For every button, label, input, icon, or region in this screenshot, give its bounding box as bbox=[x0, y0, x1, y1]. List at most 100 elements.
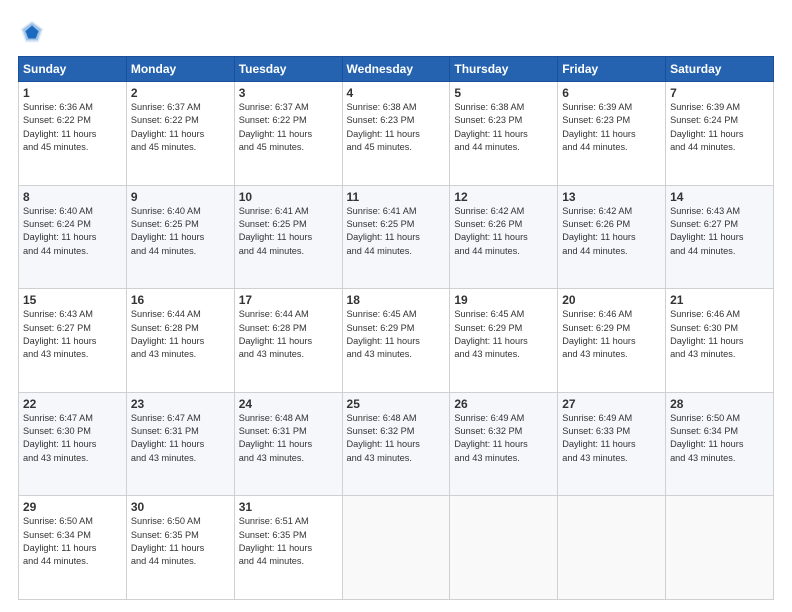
day-number: 25 bbox=[347, 397, 446, 411]
calendar-cell: 17Sunrise: 6:44 AM Sunset: 6:28 PM Dayli… bbox=[234, 289, 342, 393]
day-info: Sunrise: 6:43 AM Sunset: 6:27 PM Dayligh… bbox=[670, 205, 769, 258]
day-number: 21 bbox=[670, 293, 769, 307]
day-number: 16 bbox=[131, 293, 230, 307]
calendar-cell: 30Sunrise: 6:50 AM Sunset: 6:35 PM Dayli… bbox=[126, 496, 234, 600]
calendar-cell: 5Sunrise: 6:38 AM Sunset: 6:23 PM Daylig… bbox=[450, 82, 558, 186]
calendar-cell: 1Sunrise: 6:36 AM Sunset: 6:22 PM Daylig… bbox=[19, 82, 127, 186]
calendar-cell: 13Sunrise: 6:42 AM Sunset: 6:26 PM Dayli… bbox=[558, 185, 666, 289]
day-info: Sunrise: 6:41 AM Sunset: 6:25 PM Dayligh… bbox=[239, 205, 338, 258]
days-of-week-row: SundayMondayTuesdayWednesdayThursdayFrid… bbox=[19, 57, 774, 82]
day-number: 18 bbox=[347, 293, 446, 307]
day-info: Sunrise: 6:47 AM Sunset: 6:30 PM Dayligh… bbox=[23, 412, 122, 465]
day-info: Sunrise: 6:45 AM Sunset: 6:29 PM Dayligh… bbox=[347, 308, 446, 361]
calendar-cell: 11Sunrise: 6:41 AM Sunset: 6:25 PM Dayli… bbox=[342, 185, 450, 289]
day-number: 7 bbox=[670, 86, 769, 100]
calendar-cell: 21Sunrise: 6:46 AM Sunset: 6:30 PM Dayli… bbox=[666, 289, 774, 393]
day-number: 11 bbox=[347, 190, 446, 204]
calendar-cell bbox=[558, 496, 666, 600]
day-number: 19 bbox=[454, 293, 553, 307]
day-info: Sunrise: 6:36 AM Sunset: 6:22 PM Dayligh… bbox=[23, 101, 122, 154]
calendar-cell: 15Sunrise: 6:43 AM Sunset: 6:27 PM Dayli… bbox=[19, 289, 127, 393]
day-number: 6 bbox=[562, 86, 661, 100]
calendar-cell: 22Sunrise: 6:47 AM Sunset: 6:30 PM Dayli… bbox=[19, 392, 127, 496]
header bbox=[18, 18, 774, 46]
day-info: Sunrise: 6:48 AM Sunset: 6:31 PM Dayligh… bbox=[239, 412, 338, 465]
day-header-wednesday: Wednesday bbox=[342, 57, 450, 82]
day-number: 14 bbox=[670, 190, 769, 204]
day-info: Sunrise: 6:37 AM Sunset: 6:22 PM Dayligh… bbox=[131, 101, 230, 154]
day-info: Sunrise: 6:42 AM Sunset: 6:26 PM Dayligh… bbox=[454, 205, 553, 258]
day-number: 23 bbox=[131, 397, 230, 411]
day-number: 13 bbox=[562, 190, 661, 204]
day-info: Sunrise: 6:50 AM Sunset: 6:35 PM Dayligh… bbox=[131, 515, 230, 568]
calendar-cell: 18Sunrise: 6:45 AM Sunset: 6:29 PM Dayli… bbox=[342, 289, 450, 393]
calendar-cell: 3Sunrise: 6:37 AM Sunset: 6:22 PM Daylig… bbox=[234, 82, 342, 186]
day-number: 5 bbox=[454, 86, 553, 100]
calendar-header: SundayMondayTuesdayWednesdayThursdayFrid… bbox=[19, 57, 774, 82]
day-info: Sunrise: 6:45 AM Sunset: 6:29 PM Dayligh… bbox=[454, 308, 553, 361]
calendar-week-5: 29Sunrise: 6:50 AM Sunset: 6:34 PM Dayli… bbox=[19, 496, 774, 600]
day-number: 30 bbox=[131, 500, 230, 514]
day-info: Sunrise: 6:43 AM Sunset: 6:27 PM Dayligh… bbox=[23, 308, 122, 361]
calendar-cell: 9Sunrise: 6:40 AM Sunset: 6:25 PM Daylig… bbox=[126, 185, 234, 289]
day-number: 12 bbox=[454, 190, 553, 204]
day-number: 29 bbox=[23, 500, 122, 514]
day-info: Sunrise: 6:46 AM Sunset: 6:29 PM Dayligh… bbox=[562, 308, 661, 361]
calendar-week-2: 8Sunrise: 6:40 AM Sunset: 6:24 PM Daylig… bbox=[19, 185, 774, 289]
day-number: 22 bbox=[23, 397, 122, 411]
day-info: Sunrise: 6:40 AM Sunset: 6:24 PM Dayligh… bbox=[23, 205, 122, 258]
calendar-cell: 23Sunrise: 6:47 AM Sunset: 6:31 PM Dayli… bbox=[126, 392, 234, 496]
day-info: Sunrise: 6:46 AM Sunset: 6:30 PM Dayligh… bbox=[670, 308, 769, 361]
calendar-cell: 14Sunrise: 6:43 AM Sunset: 6:27 PM Dayli… bbox=[666, 185, 774, 289]
day-number: 2 bbox=[131, 86, 230, 100]
day-header-saturday: Saturday bbox=[666, 57, 774, 82]
calendar-cell: 25Sunrise: 6:48 AM Sunset: 6:32 PM Dayli… bbox=[342, 392, 450, 496]
day-info: Sunrise: 6:40 AM Sunset: 6:25 PM Dayligh… bbox=[131, 205, 230, 258]
day-info: Sunrise: 6:44 AM Sunset: 6:28 PM Dayligh… bbox=[239, 308, 338, 361]
day-number: 8 bbox=[23, 190, 122, 204]
calendar-cell: 16Sunrise: 6:44 AM Sunset: 6:28 PM Dayli… bbox=[126, 289, 234, 393]
calendar-cell: 4Sunrise: 6:38 AM Sunset: 6:23 PM Daylig… bbox=[342, 82, 450, 186]
day-number: 28 bbox=[670, 397, 769, 411]
calendar-cell: 29Sunrise: 6:50 AM Sunset: 6:34 PM Dayli… bbox=[19, 496, 127, 600]
day-number: 4 bbox=[347, 86, 446, 100]
calendar-cell: 6Sunrise: 6:39 AM Sunset: 6:23 PM Daylig… bbox=[558, 82, 666, 186]
day-info: Sunrise: 6:50 AM Sunset: 6:34 PM Dayligh… bbox=[23, 515, 122, 568]
calendar-cell: 12Sunrise: 6:42 AM Sunset: 6:26 PM Dayli… bbox=[450, 185, 558, 289]
logo-icon bbox=[18, 18, 46, 46]
day-number: 27 bbox=[562, 397, 661, 411]
day-number: 24 bbox=[239, 397, 338, 411]
calendar-cell: 28Sunrise: 6:50 AM Sunset: 6:34 PM Dayli… bbox=[666, 392, 774, 496]
calendar-week-4: 22Sunrise: 6:47 AM Sunset: 6:30 PM Dayli… bbox=[19, 392, 774, 496]
day-number: 3 bbox=[239, 86, 338, 100]
day-header-friday: Friday bbox=[558, 57, 666, 82]
day-number: 26 bbox=[454, 397, 553, 411]
day-info: Sunrise: 6:48 AM Sunset: 6:32 PM Dayligh… bbox=[347, 412, 446, 465]
calendar-cell: 7Sunrise: 6:39 AM Sunset: 6:24 PM Daylig… bbox=[666, 82, 774, 186]
day-number: 10 bbox=[239, 190, 338, 204]
calendar-cell: 8Sunrise: 6:40 AM Sunset: 6:24 PM Daylig… bbox=[19, 185, 127, 289]
day-info: Sunrise: 6:47 AM Sunset: 6:31 PM Dayligh… bbox=[131, 412, 230, 465]
day-number: 9 bbox=[131, 190, 230, 204]
day-number: 17 bbox=[239, 293, 338, 307]
day-info: Sunrise: 6:44 AM Sunset: 6:28 PM Dayligh… bbox=[131, 308, 230, 361]
calendar-cell: 10Sunrise: 6:41 AM Sunset: 6:25 PM Dayli… bbox=[234, 185, 342, 289]
day-info: Sunrise: 6:39 AM Sunset: 6:23 PM Dayligh… bbox=[562, 101, 661, 154]
day-header-tuesday: Tuesday bbox=[234, 57, 342, 82]
day-number: 1 bbox=[23, 86, 122, 100]
day-info: Sunrise: 6:41 AM Sunset: 6:25 PM Dayligh… bbox=[347, 205, 446, 258]
calendar-cell: 24Sunrise: 6:48 AM Sunset: 6:31 PM Dayli… bbox=[234, 392, 342, 496]
calendar-cell: 19Sunrise: 6:45 AM Sunset: 6:29 PM Dayli… bbox=[450, 289, 558, 393]
day-number: 31 bbox=[239, 500, 338, 514]
day-number: 20 bbox=[562, 293, 661, 307]
day-info: Sunrise: 6:42 AM Sunset: 6:26 PM Dayligh… bbox=[562, 205, 661, 258]
calendar-cell: 27Sunrise: 6:49 AM Sunset: 6:33 PM Dayli… bbox=[558, 392, 666, 496]
day-info: Sunrise: 6:49 AM Sunset: 6:33 PM Dayligh… bbox=[562, 412, 661, 465]
calendar-week-3: 15Sunrise: 6:43 AM Sunset: 6:27 PM Dayli… bbox=[19, 289, 774, 393]
calendar-cell bbox=[450, 496, 558, 600]
logo bbox=[18, 18, 50, 46]
day-info: Sunrise: 6:49 AM Sunset: 6:32 PM Dayligh… bbox=[454, 412, 553, 465]
calendar-cell: 31Sunrise: 6:51 AM Sunset: 6:35 PM Dayli… bbox=[234, 496, 342, 600]
day-info: Sunrise: 6:39 AM Sunset: 6:24 PM Dayligh… bbox=[670, 101, 769, 154]
calendar-cell: 20Sunrise: 6:46 AM Sunset: 6:29 PM Dayli… bbox=[558, 289, 666, 393]
